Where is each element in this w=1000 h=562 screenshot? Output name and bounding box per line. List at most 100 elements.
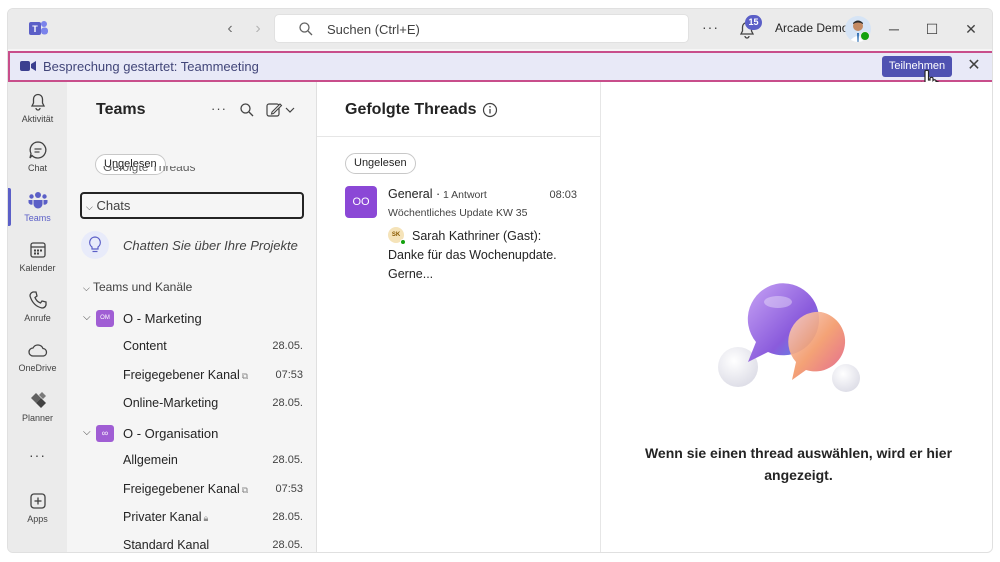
thread-subject: Wöchentliches Update KW 35 (388, 207, 528, 219)
planner-icon (30, 392, 46, 408)
compose-icon[interactable] (266, 102, 296, 118)
team-name: O - Organisation (123, 426, 219, 441)
presence-available-icon (860, 31, 870, 41)
meeting-banner: Besprechung gestartet: Teammeeting Teiln… (8, 51, 992, 82)
chevron-down-icon: ⌵ (83, 283, 90, 293)
chat-icon (28, 141, 46, 159)
channel-item[interactable]: Online-Marketing 28.05. (123, 394, 303, 414)
chevron-down-icon: ⌵ (83, 427, 91, 438)
panel-more-options-icon[interactable]: ··· (211, 101, 227, 116)
thread-channel: General · (388, 187, 441, 201)
shared-channel-icon: ⧉ (241, 371, 249, 381)
rail-label: Chat (27, 163, 47, 173)
channel-item[interactable]: Content 28.05. (123, 337, 303, 357)
channel-name: Online-Marketing (123, 396, 219, 410)
banner-text: Besprechung gestartet: Teammeeting (43, 59, 259, 74)
rail-item-onedrive[interactable]: OneDrive (8, 339, 67, 383)
channel-name: Freigegebener Kanal (123, 482, 240, 496)
rail-label: Teams (24, 213, 51, 223)
empty-state-message: Wenn sie einen thread auswählen, wird er… (644, 445, 953, 483)
team-item-marketing[interactable]: ⌵ OM O - Marketing (83, 309, 303, 329)
channel-date: 07:53 (275, 369, 303, 381)
channel-name: Allgemein (123, 453, 178, 467)
channel-date: 07:53 (275, 483, 303, 495)
panel-search-icon[interactable] (239, 102, 255, 118)
teams-panel: Teams ··· Ungelesen Gefolgte Threads ⌵ C… (67, 82, 317, 552)
team-name: O - Marketing (123, 311, 202, 326)
shared-channel-icon: ⧉ (241, 485, 249, 495)
forward-icon[interactable]: › (248, 19, 268, 39)
user-name[interactable]: Arcade Demo (775, 21, 848, 35)
rail-item-calls[interactable]: Anrufe (8, 289, 67, 333)
app-rail: Aktivität Chat Teams Kalender Anrufe One… (8, 82, 67, 552)
chats-section-toggle[interactable]: ⌵ Chats (80, 192, 304, 219)
channel-item[interactable]: Freigegebener Kanal ⧉ 07:53 (123, 480, 303, 500)
teams-logo-icon[interactable]: T (27, 19, 49, 39)
unread-filter-chip[interactable]: Ungelesen (345, 153, 416, 174)
rail-label: Kalender (19, 263, 56, 273)
channel-item[interactable]: Freigegebener Kanal ⧉ 07:53 (123, 366, 303, 386)
more-options-icon[interactable]: ··· (702, 19, 719, 35)
followed-threads-column: Gefolgte Threads Ungelesen OO General · … (317, 82, 601, 552)
channel-date: 28.05. (272, 511, 303, 523)
channel-name: Standard Kanal (123, 538, 210, 552)
teams-icon (28, 192, 47, 209)
channel-name: Privater Kanal (123, 510, 202, 524)
thread-reply-count: 1 Antwort (443, 189, 487, 201)
rail-label: Apps (27, 514, 48, 524)
channel-item[interactable]: Standard Kanal 28.05. (123, 536, 303, 552)
rail-item-activity[interactable]: Aktivität (8, 90, 67, 134)
search-input[interactable] (327, 20, 667, 38)
rail-item-chat[interactable]: Chat (8, 139, 67, 183)
lock-icon: 🔒︎ (203, 513, 209, 523)
chat-bubbles-illustration (718, 283, 860, 392)
rail-label: Aktivität (21, 114, 54, 124)
rail-label: OneDrive (18, 363, 57, 373)
channel-date: 28.05. (272, 539, 303, 551)
rail-more-apps-icon[interactable]: ··· (8, 447, 67, 467)
search-icon (299, 22, 313, 36)
channel-date: 28.05. (272, 340, 303, 352)
channel-item[interactable]: Privater Kanal 🔒︎ 28.05. (123, 508, 303, 528)
team-avatar: ∞ (96, 425, 114, 442)
thread-preview: Sarah Kathriner (Gast): Danke für das Wo… (388, 229, 557, 281)
thread-detail-pane: Wenn sie einen thread auswählen, wird er… (601, 82, 992, 552)
team-avatar: OM (96, 310, 114, 327)
phone-icon (28, 291, 47, 309)
close-banner-icon[interactable]: ✕ (964, 56, 984, 76)
calendar-icon (29, 242, 46, 258)
close-window-icon[interactable]: ✕ (961, 19, 981, 39)
chevron-down-icon: ⌵ (86, 202, 93, 212)
chat-about-projects-link[interactable]: Chatten Sie über Ihre Projekte (123, 238, 298, 253)
teams-window: T ‹ › ··· 15 Arcade Demo (7, 8, 993, 553)
maximize-icon[interactable]: ☐ (922, 19, 942, 39)
section-label: Teams und Kanäle (92, 280, 193, 294)
minimize-icon[interactable]: ─ (884, 19, 904, 39)
search-box[interactable] (274, 14, 689, 43)
channel-date: 28.05. (272, 397, 303, 409)
rail-label: Anrufe (24, 313, 51, 323)
back-icon[interactable]: ‹ (220, 19, 240, 39)
info-icon[interactable] (482, 102, 498, 118)
channel-name: Freigegebener Kanal (123, 368, 240, 382)
rail-label: Planner (21, 413, 54, 423)
team-item-organisation[interactable]: ⌵ ∞ O - Organisation (83, 424, 303, 444)
channel-avatar: OO (345, 186, 377, 218)
video-camera-icon (20, 61, 36, 71)
add-apps-icon (29, 493, 46, 509)
thread-item[interactable]: OO General · 1 Antwort 08:03 Wöchentlich… (345, 186, 577, 281)
channel-item[interactable]: Allgemein 28.05. (123, 451, 303, 471)
rail-item-planner[interactable]: Planner (8, 389, 67, 433)
rail-item-calendar[interactable]: Kalender (8, 239, 67, 283)
chats-label: Chats (96, 198, 131, 213)
title-bar: T ‹ › ··· 15 Arcade Demo (8, 9, 992, 49)
lightbulb-icon (81, 231, 109, 259)
rail-item-apps[interactable]: Apps (8, 490, 67, 534)
thread-time: 08:03 (549, 189, 577, 201)
teams-and-channels-toggle[interactable]: ⌵ Teams und Kanäle (83, 280, 192, 294)
channel-date: 28.05. (272, 454, 303, 466)
followed-threads-item[interactable]: Gefolgte Threads (103, 166, 263, 174)
presence-available-icon (400, 239, 406, 245)
threads-title: Gefolgte Threads (345, 101, 477, 118)
rail-item-teams[interactable]: Teams (8, 189, 67, 233)
